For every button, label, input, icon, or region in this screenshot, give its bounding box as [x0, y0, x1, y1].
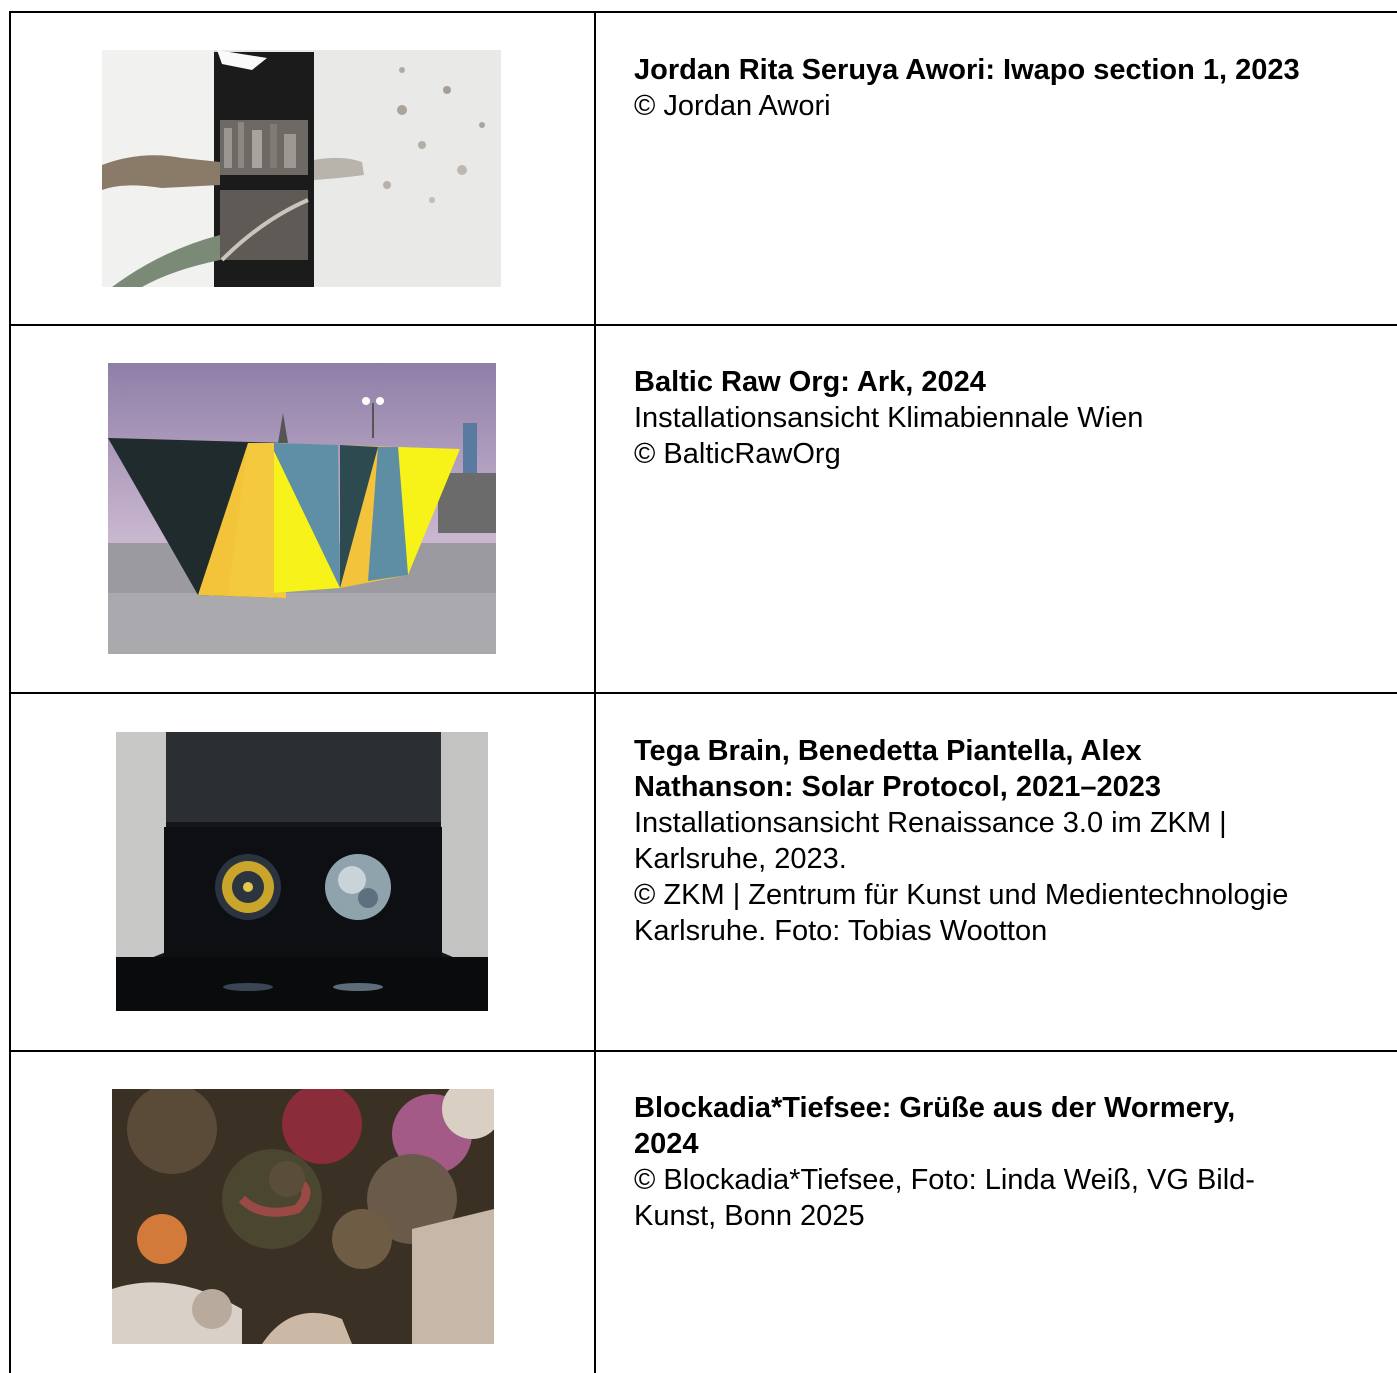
- row-divider: [9, 692, 1397, 694]
- caption-row-4: Blockadia*Tiefsee: Grüße aus der Wormery…: [634, 1090, 1384, 1234]
- artwork-image-iwapo: [102, 50, 501, 287]
- artwork-image-wormery: [112, 1089, 494, 1344]
- artwork-title: Blockadia*Tiefsee: Grüße aus der Wormery…: [634, 1092, 1236, 1124]
- credit-line: Karlsruhe. Foto: Tobias Wootton: [634, 915, 1048, 947]
- caption-row-3: Tega Brain, Benedetta Piantella, Alex Na…: [634, 733, 1384, 949]
- credit-line: Installationsansicht Klimabiennale Wien: [634, 402, 1144, 434]
- artwork-title: Baltic Raw Org: Ark, 2024: [634, 366, 986, 398]
- credit-line: Kunst, Bonn 2025: [634, 1200, 865, 1232]
- artwork-image-solar-protocol: [116, 732, 488, 1011]
- artwork-image-ark: [108, 363, 496, 654]
- row-divider: [9, 324, 1397, 326]
- artwork-title: Tega Brain, Benedetta Piantella, Alex: [634, 735, 1142, 767]
- table-border-left: [9, 11, 11, 1373]
- credit-line: © Jordan Awori: [634, 90, 831, 122]
- credit-line: Installationsansicht Renaissance 3.0 im …: [634, 807, 1227, 839]
- artwork-title: Nathanson: Solar Protocol, 2021–2023: [634, 771, 1162, 803]
- artwork-title: 2024: [634, 1128, 699, 1160]
- caption-row-2: Baltic Raw Org: Ark, 2024 Installationsa…: [634, 364, 1384, 472]
- artwork-title: Jordan Rita Seruya Awori: Iwapo section …: [634, 54, 1300, 86]
- credit-line: Karlsruhe, 2023.: [634, 843, 847, 875]
- caption-row-1: Jordan Rita Seruya Awori: Iwapo section …: [634, 52, 1384, 124]
- credit-line: © BalticRawOrg: [634, 438, 841, 470]
- column-divider: [594, 11, 596, 1373]
- row-divider: [9, 1050, 1397, 1052]
- credit-line: © Blockadia*Tiefsee, Foto: Linda Weiß, V…: [634, 1164, 1255, 1196]
- credit-line: © ZKM | Zentrum für Kunst und Medientech…: [634, 879, 1289, 911]
- table-border-top: [9, 11, 1397, 13]
